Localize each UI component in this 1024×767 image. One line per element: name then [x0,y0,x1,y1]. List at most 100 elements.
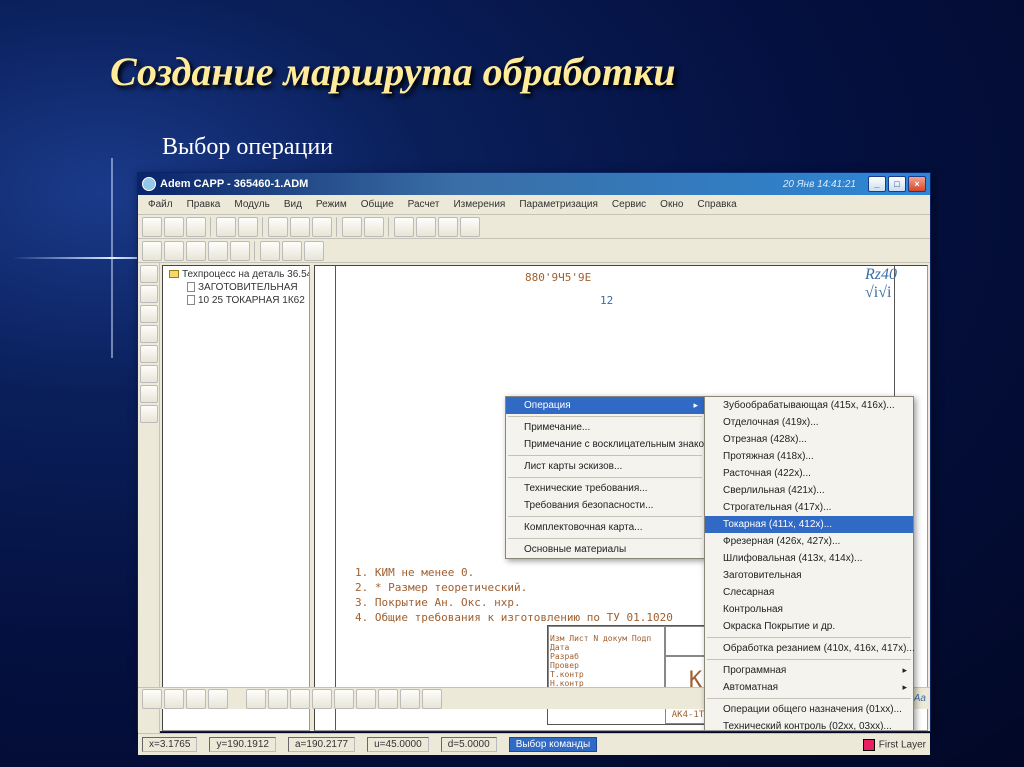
dimension-12: 12 [600,294,613,307]
tool-open[interactable] [164,217,184,237]
btool-8[interactable] [312,689,332,709]
tool-save[interactable] [186,217,206,237]
btool-2[interactable] [164,689,184,709]
btool-3[interactable] [186,689,206,709]
submenu-item[interactable]: Фрезерная (426х, 427х)... [705,533,913,550]
vtool-3[interactable] [140,305,158,323]
tool-print[interactable] [216,217,236,237]
submenu-item[interactable]: Шлифовальная (413х, 414х)... [705,550,913,567]
menu-item[interactable]: Примечание с восклицательным знаком... [506,436,704,453]
btool-4[interactable] [208,689,228,709]
menu-file[interactable]: Файл [142,197,179,212]
tree-panel[interactable]: Техпроцесс на деталь 36.546.0 ЗАГОТОВИТЕ… [162,265,310,731]
tool-new[interactable] [142,217,162,237]
tool-redo[interactable] [364,217,384,237]
btool-5[interactable] [246,689,266,709]
btool-13[interactable] [422,689,442,709]
submenu-item[interactable]: Расточная (422х)... [705,465,913,482]
btool-10[interactable] [356,689,376,709]
layer-color-swatch [863,739,875,751]
menu-edit[interactable]: Правка [181,197,227,212]
tool-copy[interactable] [290,217,310,237]
menu-mode[interactable]: Режим [310,197,353,212]
btool-12[interactable] [400,689,420,709]
submenu-item[interactable]: Обработка резанием (410х, 416х, 417х)... [705,640,913,657]
tool-undo[interactable] [342,217,362,237]
btool-6[interactable] [268,689,288,709]
minimize-button[interactable]: _ [868,176,886,192]
tool-a[interactable] [142,241,162,261]
vtool-1[interactable] [140,265,158,283]
tool-b[interactable] [164,241,184,261]
tool-cut[interactable] [268,217,288,237]
menu-item[interactable]: Комплектовочная карта... [506,519,704,536]
submenu-item[interactable]: Протяжная (418х)... [705,448,913,465]
close-button[interactable]: × [908,176,926,192]
tool-f[interactable] [260,241,280,261]
tool-h[interactable] [304,241,324,261]
btool-1[interactable] [142,689,162,709]
menu-view[interactable]: Вид [278,197,308,212]
submenu-item[interactable]: Технический контроль (02хх, 03хх)... [705,718,913,731]
maximize-button[interactable]: □ [888,176,906,192]
submenu-item[interactable]: Заготовительная [705,567,913,584]
menu-module[interactable]: Модуль [228,197,275,212]
tool-e[interactable] [230,241,250,261]
titlebar[interactable]: Adem CAPP - 365460-1.ADM 20 Янв 14:41:21… [138,173,930,195]
vtool-7[interactable] [140,385,158,403]
submenu-item[interactable]: Автоматная [705,679,913,696]
vtool-4[interactable] [140,325,158,343]
btool-7[interactable] [290,689,310,709]
submenu-item[interactable]: Отрезная (428х)... [705,431,913,448]
toolbar-row-2 [138,239,930,263]
btool-11[interactable] [378,689,398,709]
menu-item-operation[interactable]: Операция [506,397,704,414]
tool-fit[interactable] [416,217,436,237]
submenu-item[interactable]: Операции общего назначения (01хх)... [705,701,913,718]
vtool-8[interactable] [140,405,158,423]
menu-help[interactable]: Справка [691,197,742,212]
submenu-item[interactable]: Слесарная [705,584,913,601]
vtool-5[interactable] [140,345,158,363]
tool-zoom[interactable] [394,217,414,237]
menu-param[interactable]: Параметризация [513,197,604,212]
menu-item[interactable]: Основные материалы [506,541,704,558]
technical-note-2: 2. * Размер теоретический. [355,581,527,594]
submenu-item[interactable]: Сверлильная (421х)... [705,482,913,499]
status-y: y=190.1912 [209,737,276,752]
submenu-item[interactable]: Строгательная (417х)... [705,499,913,516]
menu-calc[interactable]: Расчет [402,197,446,212]
tool-d[interactable] [208,241,228,261]
tool-g[interactable] [282,241,302,261]
tree-item[interactable]: ЗАГОТОВИТЕЛЬНАЯ [165,281,307,294]
tree-root[interactable]: Техпроцесс на деталь 36.546.0 [165,268,307,281]
tool-c[interactable] [186,241,206,261]
menu-item[interactable]: Лист карты эскизов... [506,458,704,475]
submenu-item[interactable]: Зубообрабатывающая (415х, 416х)... [705,397,913,414]
menu-measure[interactable]: Измерения [447,197,511,212]
tool-paste[interactable] [312,217,332,237]
menu-window[interactable]: Окно [654,197,689,212]
menu-service[interactable]: Сервис [606,197,652,212]
vtool-6[interactable] [140,365,158,383]
menu-item[interactable]: Требования безопасности... [506,497,704,514]
menu-item[interactable]: Технические требования... [506,480,704,497]
menu-item[interactable]: Примечание... [506,419,704,436]
vtool-2[interactable] [140,285,158,303]
tool-preview[interactable] [238,217,258,237]
drawing-canvas[interactable]: 880'9Ч5'9Е 12 Rz40√i√i 1. КИМ не менее 0… [314,265,928,731]
submenu-item[interactable]: Окраска Покрытие и др. [705,618,913,635]
tree-item[interactable]: 10 25 ТОКАРНАЯ 1К62 [165,294,307,307]
submenu-item[interactable]: Контрольная [705,601,913,618]
submenu-item[interactable]: Отделочная (419х)... [705,414,913,431]
submenu-item-turning[interactable]: Токарная (411х, 412х)... [705,516,913,533]
context-submenu-operations[interactable]: Зубообрабатывающая (415х, 416х)... Отдел… [704,396,914,731]
tool-help[interactable] [460,217,480,237]
status-layer[interactable]: First Layer [863,739,926,751]
btool-9[interactable] [334,689,354,709]
context-menu-main[interactable]: Операция Примечание... Примечание с воск… [505,396,705,559]
tool-xy[interactable] [438,217,458,237]
submenu-item[interactable]: Программная [705,662,913,679]
menu-general[interactable]: Общие [355,197,400,212]
status-u: u=45.0000 [367,737,429,752]
